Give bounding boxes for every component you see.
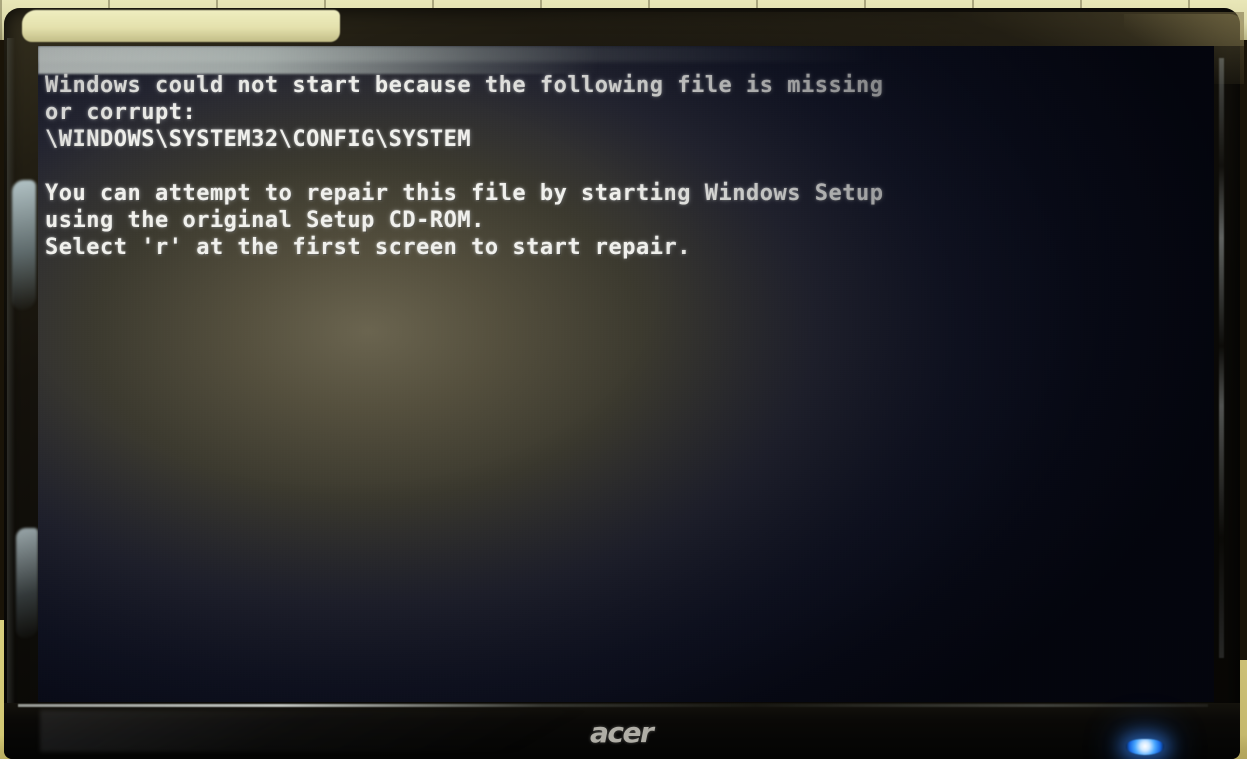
screenshot-root: Windows could not start because the foll… bbox=[0, 0, 1247, 759]
bezel-right-highlight bbox=[1219, 58, 1224, 658]
console-line-7-repair-hint: Select 'r' at the first screen to start … bbox=[45, 235, 692, 260]
boot-error-console: Windows could not start because the foll… bbox=[45, 72, 1205, 261]
console-line-1: Windows could not start because the foll… bbox=[45, 73, 884, 98]
bezel-top-reflection bbox=[22, 10, 340, 42]
monitor-screen[interactable]: Windows could not start because the foll… bbox=[38, 46, 1214, 702]
console-line-3-file-path: \WINDOWS\SYSTEM32\CONFIG\SYSTEM bbox=[45, 127, 472, 152]
console-line-6: using the original Setup CD-ROM. bbox=[45, 208, 485, 233]
acer-brand-logo: acer bbox=[590, 716, 654, 749]
power-led-indicator[interactable] bbox=[1126, 739, 1164, 755]
console-line-2: or corrupt: bbox=[45, 100, 197, 125]
console-line-4-blank bbox=[45, 153, 1205, 180]
bezel-bottom-edge-highlight bbox=[18, 704, 1208, 707]
bezel-left-highlight-lower bbox=[16, 528, 38, 638]
bezel-left-edge bbox=[7, 38, 15, 738]
bezel-bottom-gloss bbox=[40, 710, 660, 752]
bezel-left-highlight-upper bbox=[12, 180, 36, 310]
bezel-top-gloss bbox=[334, 12, 1244, 46]
console-line-5: You can attempt to repair this file by s… bbox=[45, 181, 884, 206]
screen-top-glare bbox=[38, 46, 598, 74]
